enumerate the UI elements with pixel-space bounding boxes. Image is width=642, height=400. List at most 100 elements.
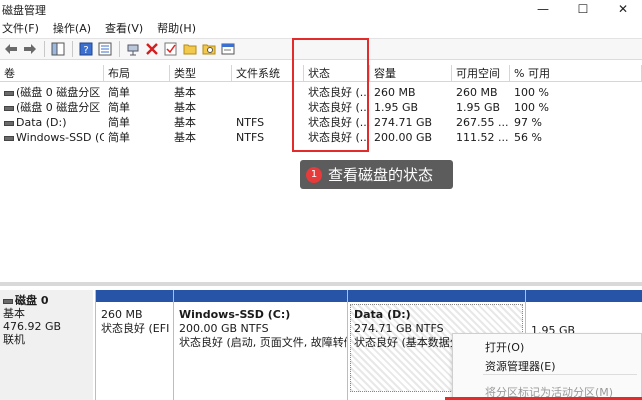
forward-arrow-icon bbox=[24, 44, 36, 54]
table-row[interactable]: (磁盘 0 磁盘分区 5) 简单 基本 状态良好 (... 1.95 GB 1.… bbox=[0, 100, 642, 115]
cell-layout: 简单 bbox=[108, 86, 130, 99]
table-row[interactable]: Data (D:) 简单 基本 NTFS 状态良好 (... 274.71 GB… bbox=[0, 115, 642, 130]
disk-list-icon bbox=[98, 42, 112, 56]
open-folder-button[interactable] bbox=[181, 40, 199, 58]
partition-bar bbox=[348, 290, 525, 302]
context-menu-explorer[interactable]: 资源管理器(E) bbox=[485, 358, 556, 374]
partition-status: 状态良好 (基本数据分 bbox=[354, 336, 461, 349]
forward-button[interactable] bbox=[21, 40, 39, 58]
cell-status: 状态良好 (... bbox=[308, 116, 370, 129]
cell-type: 基本 bbox=[174, 101, 196, 114]
partition-name: Data (D:) bbox=[354, 308, 411, 321]
cell-filesystem bbox=[232, 100, 304, 115]
annotation-callout: 1 查看磁盘的状态 bbox=[300, 160, 453, 189]
folder-icon bbox=[183, 44, 197, 55]
cell-percent-free: 56 % bbox=[514, 131, 542, 144]
menu-view[interactable]: 查看(V) bbox=[105, 20, 143, 36]
title-bar: 磁盘管理 — ☐ ✕ bbox=[0, 0, 642, 18]
table-row[interactable]: Windows-SSD (C:) 简单 基本 NTFS 状态良好 (... 20… bbox=[0, 130, 642, 145]
column-header-capacity[interactable]: 容量 bbox=[370, 65, 452, 82]
table-row[interactable]: (磁盘 0 磁盘分区 1) 简单 基本 状态良好 (... 260 MB 260… bbox=[0, 85, 642, 100]
delete-button[interactable] bbox=[143, 40, 161, 58]
cell-type: 基本 bbox=[174, 116, 196, 129]
search-folder-icon bbox=[202, 44, 216, 55]
volume-icon bbox=[4, 90, 14, 96]
partition-size: 200.00 GB NTFS bbox=[179, 322, 269, 335]
help-icon: ? bbox=[79, 42, 93, 56]
cell-volume: (磁盘 0 磁盘分区 1) bbox=[16, 86, 104, 99]
partition-bar bbox=[174, 290, 347, 302]
column-header-status[interactable]: 状态 bbox=[304, 65, 370, 82]
cell-free-space: 1.95 GB bbox=[456, 101, 501, 114]
partition-bar bbox=[96, 290, 173, 302]
context-menu-open[interactable]: 打开(O) bbox=[485, 339, 524, 355]
partition-name: Windows-SSD (C:) bbox=[179, 308, 291, 321]
cell-status: 状态良好 (... bbox=[308, 101, 370, 114]
partition-windows-ssd[interactable]: Windows-SSD (C:) 200.00 GB NTFS 状态良好 (启动… bbox=[173, 290, 355, 400]
help-button[interactable]: ? bbox=[77, 40, 95, 58]
toolbar: ? bbox=[0, 38, 642, 60]
list-header: 卷 布局 类型 文件系统 状态 容量 可用空间 % 可用 bbox=[0, 65, 642, 82]
partition-efi[interactable]: 260 MB 状态良好 (EFI 系 bbox=[95, 290, 184, 400]
volume-icon bbox=[4, 105, 14, 111]
properties-button[interactable] bbox=[219, 40, 237, 58]
disk-icon bbox=[3, 298, 13, 304]
cell-filesystem: NTFS bbox=[236, 116, 265, 129]
menu-file[interactable]: 文件(F) bbox=[2, 20, 39, 36]
disk-name: 磁盘 0 bbox=[15, 294, 49, 307]
back-arrow-icon bbox=[5, 44, 17, 54]
partition-size: 274.71 GB NTFS bbox=[354, 322, 444, 335]
maximize-icon: ☐ bbox=[577, 2, 589, 16]
minimize-icon: — bbox=[537, 2, 549, 16]
column-header-percent-free[interactable]: % 可用 bbox=[510, 65, 642, 82]
column-header-layout[interactable]: 布局 bbox=[104, 65, 170, 82]
partition-status: 状态良好 (EFI 系 bbox=[101, 322, 184, 335]
cell-layout: 简单 bbox=[108, 116, 130, 129]
cell-layout: 简单 bbox=[108, 101, 130, 114]
cell-percent-free: 100 % bbox=[514, 86, 549, 99]
column-header-type[interactable]: 类型 bbox=[170, 65, 232, 82]
disk-size: 476.92 GB bbox=[3, 320, 62, 333]
back-button[interactable] bbox=[2, 40, 20, 58]
column-header-free-space[interactable]: 可用空间 bbox=[452, 65, 510, 82]
cell-free-space: 267.55 ... bbox=[456, 116, 509, 129]
console-tree-button[interactable] bbox=[49, 40, 67, 58]
cell-free-space: 260 MB bbox=[456, 86, 498, 99]
close-button[interactable]: ✕ bbox=[600, 0, 642, 18]
partition-size: 260 MB bbox=[101, 308, 143, 321]
partition-bar bbox=[526, 290, 642, 302]
cell-filesystem: NTFS bbox=[236, 131, 265, 144]
search-folder-button[interactable] bbox=[200, 40, 218, 58]
console-tree-icon bbox=[51, 42, 65, 56]
cell-volume: Data (D:) bbox=[16, 116, 67, 129]
window-title: 磁盘管理 bbox=[2, 4, 46, 17]
disk-state: 联机 bbox=[3, 333, 25, 346]
cell-percent-free: 100 % bbox=[514, 101, 549, 114]
cell-type: 基本 bbox=[174, 131, 196, 144]
cell-filesystem bbox=[232, 85, 304, 100]
menu-help[interactable]: 帮助(H) bbox=[157, 20, 196, 36]
column-header-filesystem[interactable]: 文件系统 bbox=[232, 65, 304, 82]
check-icon bbox=[164, 42, 177, 56]
delete-x-icon bbox=[146, 43, 158, 55]
cell-capacity: 1.95 GB bbox=[374, 101, 419, 114]
cell-capacity: 260 MB bbox=[374, 86, 416, 99]
properties-icon bbox=[221, 43, 235, 55]
context-menu: 打开(O) 资源管理器(E) 将分区标记为活动分区(M) bbox=[445, 333, 642, 400]
column-header-volume[interactable]: 卷 bbox=[0, 65, 104, 82]
disk-type: 基本 bbox=[3, 307, 25, 320]
cell-free-space: 111.52 ... bbox=[456, 131, 509, 144]
toolbar-separator bbox=[72, 41, 73, 57]
close-icon: ✕ bbox=[617, 2, 629, 16]
toolbar-separator bbox=[44, 41, 45, 57]
volume-icon bbox=[4, 135, 14, 141]
disk-list-button[interactable] bbox=[96, 40, 114, 58]
menu-action[interactable]: 操作(A) bbox=[53, 20, 91, 36]
cell-capacity: 274.71 GB bbox=[374, 116, 433, 129]
disk-info-panel[interactable]: 磁盘 0 基本 476.92 GB 联机 bbox=[0, 290, 93, 400]
connect-button[interactable] bbox=[124, 40, 142, 58]
connect-icon bbox=[127, 44, 139, 56]
svg-text:?: ? bbox=[83, 45, 88, 56]
menu-bar: 文件(F) 操作(A) 查看(V) 帮助(H) bbox=[0, 18, 642, 38]
check-button[interactable] bbox=[162, 40, 180, 58]
